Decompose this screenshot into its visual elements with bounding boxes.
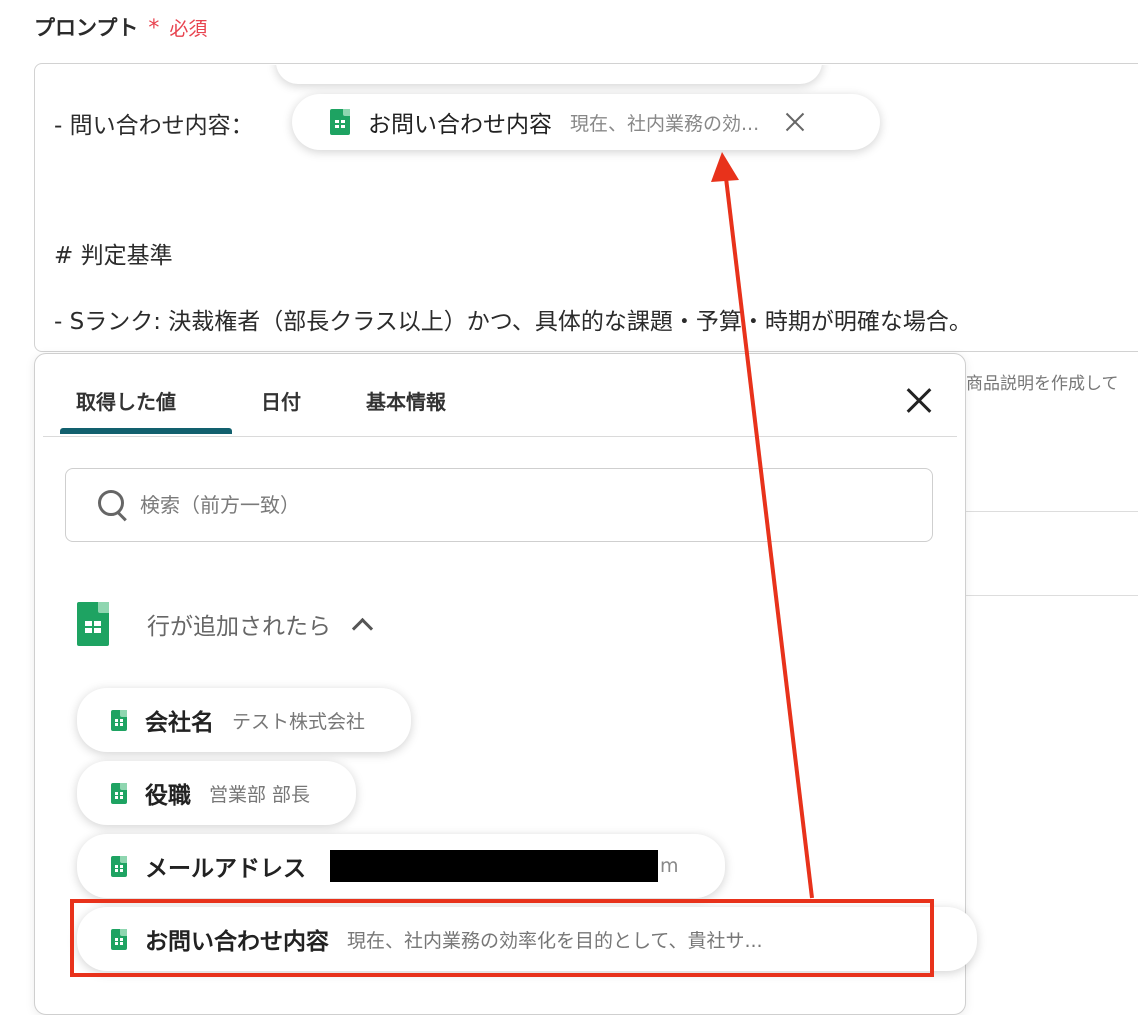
arrow-head bbox=[711, 152, 739, 182]
annotation-arrow bbox=[711, 152, 814, 899]
arrow-line bbox=[724, 177, 814, 899]
